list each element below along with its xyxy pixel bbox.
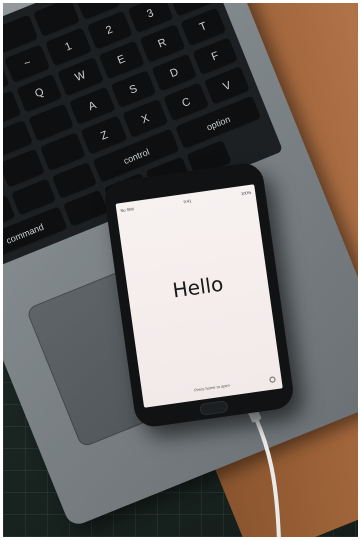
home-button[interactable] [199, 400, 229, 416]
status-carrier: No SIM [120, 205, 134, 213]
accessibility-icon[interactable] [269, 376, 276, 383]
status-battery: 100% [240, 189, 252, 196]
hello-greeting: Hello [171, 271, 225, 303]
smartphone: No SIM 9:41 100% Hello Press home to ope… [102, 161, 296, 429]
status-time: 9:41 [183, 197, 192, 204]
phone-screen[interactable]: No SIM 9:41 100% Hello Press home to ope… [115, 184, 283, 408]
unlock-prompt: Press home to open [193, 382, 231, 393]
status-bar: No SIM 9:41 100% [120, 188, 252, 214]
photo: escdelete~12345QWERTreturnASDFGZXCVcontr… [3, 3, 358, 537]
